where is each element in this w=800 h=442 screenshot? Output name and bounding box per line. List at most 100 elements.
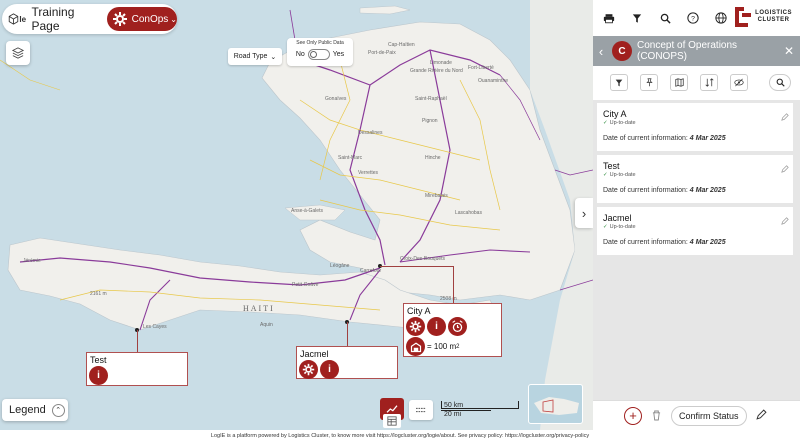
card-name: City A bbox=[603, 109, 627, 119]
check-icon: ✓ bbox=[603, 120, 608, 126]
filter-icon[interactable] bbox=[610, 74, 628, 91]
map-label-leogane: Léogâne bbox=[330, 263, 350, 269]
app-logo[interactable]: Ie bbox=[7, 8, 27, 30]
collapse-panel-button[interactable]: › bbox=[575, 198, 593, 228]
storage-row: = 100 m2 bbox=[406, 337, 501, 356]
layers-button[interactable] bbox=[6, 41, 30, 65]
layers-icon bbox=[12, 47, 24, 59]
road-type-label: Road Type bbox=[233, 53, 268, 60]
edit-icon[interactable] bbox=[781, 108, 789, 126]
map-label-elevation-2: 2508 m bbox=[440, 296, 457, 302]
map-label-fort-liberte: Fort-Liberté bbox=[468, 65, 494, 71]
help-icon[interactable]: ? bbox=[682, 7, 704, 29]
map-view[interactable]: Cap-Haïtien Port-de-Paix Gonaïves Hinche… bbox=[0, 0, 593, 430]
map-label-verrettes: Verrettes bbox=[358, 170, 379, 176]
callout-test[interactable]: Test i bbox=[86, 352, 188, 386]
legend-button[interactable]: Legend ⌃ bbox=[2, 399, 68, 421]
card-date: Date of current information: 4 Mar 2025 bbox=[603, 239, 726, 246]
delete-button[interactable] bbox=[649, 410, 663, 421]
list-item[interactable]: Jacmel ✓ Up-to-date Date of current infor… bbox=[597, 207, 793, 255]
map-label-cap-haitien: Cap-Haïtien bbox=[388, 42, 415, 48]
public-data-title: See Only Public Data bbox=[296, 40, 344, 46]
check-icon: ✓ bbox=[603, 172, 608, 178]
back-icon[interactable]: ‹ bbox=[593, 44, 609, 59]
footer-text: LogIE is a platform powered by Logistics… bbox=[0, 430, 800, 442]
gear-icon[interactable] bbox=[299, 360, 318, 379]
card-date-label: Date of current information: bbox=[603, 135, 688, 142]
search-icon[interactable] bbox=[769, 74, 791, 91]
add-button[interactable]: + bbox=[624, 406, 642, 425]
map-label-carrefour: Carrefour bbox=[360, 268, 382, 274]
app-logo-text: Ie bbox=[19, 14, 27, 24]
chevron-right-icon: › bbox=[581, 205, 587, 221]
info-icon[interactable]: i bbox=[89, 366, 108, 385]
svg-text:?: ? bbox=[691, 16, 695, 23]
map-label-croix-des-bouquets: Croix-Des-Bouquets bbox=[400, 256, 446, 262]
alarm-icon[interactable] bbox=[448, 317, 467, 336]
callout-city-a[interactable]: City A i = 100 m2 bbox=[403, 303, 502, 357]
map-label-elevation-1: 2161 m bbox=[90, 291, 107, 297]
edit-icon[interactable] bbox=[781, 160, 789, 178]
map-icon[interactable] bbox=[670, 74, 688, 91]
map-label-mirebalais: Mirebalais bbox=[425, 193, 448, 199]
card-date-value: 4 Mar 2025 bbox=[689, 135, 726, 142]
panel-header: ‹ C Concept of Operations (CONOPS) ✕ bbox=[593, 36, 800, 66]
info-icon[interactable]: i bbox=[427, 317, 446, 336]
warehouse-icon bbox=[406, 337, 425, 356]
list-item[interactable]: Test ✓ Up-to-date Date of current informa… bbox=[597, 155, 793, 203]
card-status: ✓ Up-to-date bbox=[603, 224, 636, 230]
gear-icon[interactable] bbox=[406, 317, 425, 336]
chevron-up-icon: ⌃ bbox=[51, 403, 65, 417]
sort-icon[interactable] bbox=[700, 74, 718, 91]
confirm-status-button[interactable]: Confirm Status bbox=[671, 405, 747, 426]
visibility-off-icon[interactable] bbox=[730, 74, 748, 91]
road-type-dropdown[interactable]: Road Type ⌄ bbox=[228, 48, 282, 65]
list-item[interactable]: City A ✓ Up-to-date Date of current infor… bbox=[597, 103, 793, 151]
card-status-text: Up-to-date bbox=[609, 172, 636, 178]
conops-dropdown[interactable]: ConOps ⌄ bbox=[106, 7, 177, 31]
map-label-saint-marc: Saint-Marc bbox=[338, 155, 363, 161]
callout-name: Jacmel bbox=[300, 349, 329, 359]
callout-name: Test bbox=[90, 355, 107, 365]
storage-value: = 100 m bbox=[427, 342, 457, 351]
panel-toolbar bbox=[593, 66, 800, 100]
logistics-cluster-emblem bbox=[735, 7, 752, 27]
globe-icon[interactable] bbox=[710, 7, 732, 29]
measure-button[interactable] bbox=[409, 400, 433, 420]
storage-unit-exponent: 2 bbox=[456, 343, 460, 350]
callout-leader bbox=[380, 266, 454, 267]
public-data-toggle-box: See Only Public Data No Yes bbox=[287, 38, 353, 66]
callout-jacmel[interactable]: Jacmel i bbox=[296, 346, 398, 379]
public-data-toggle[interactable] bbox=[307, 49, 330, 60]
close-icon[interactable]: ✕ bbox=[784, 44, 794, 58]
page-title: Training Page bbox=[31, 5, 75, 33]
map-label-country: HAITI bbox=[243, 304, 275, 313]
app-header: Ie Training Page ConOps ⌄ bbox=[2, 4, 177, 34]
logistics-cluster-logo: LOGISTICS CLUSTER bbox=[733, 5, 792, 29]
pin-icon[interactable] bbox=[640, 74, 658, 91]
map-label-gonaives: Gonaïves bbox=[325, 96, 347, 102]
table-button[interactable] bbox=[383, 414, 401, 428]
card-date-label: Date of current information: bbox=[603, 239, 688, 246]
chevron-down-icon: ⌄ bbox=[170, 14, 177, 24]
callout-leader bbox=[347, 322, 348, 346]
info-icon[interactable]: i bbox=[320, 360, 339, 379]
edit-icon[interactable] bbox=[781, 212, 789, 230]
map-label-pignon: Pignon bbox=[422, 118, 438, 124]
card-status-text: Up-to-date bbox=[609, 120, 636, 126]
card-date: Date of current information: 4 Mar 2025 bbox=[603, 135, 726, 142]
callout-leader bbox=[137, 330, 138, 352]
card-date-value: 4 Mar 2025 bbox=[689, 239, 726, 246]
map-label-aquin: Aquin bbox=[260, 322, 273, 328]
print-icon[interactable] bbox=[598, 7, 620, 29]
card-date-label: Date of current information: bbox=[603, 187, 688, 194]
edit-button[interactable] bbox=[755, 407, 767, 425]
card-status: ✓ Up-to-date bbox=[603, 172, 636, 178]
search-icon[interactable] bbox=[654, 7, 676, 29]
map-label-hinche: Hinche bbox=[425, 155, 441, 161]
cube-icon bbox=[9, 13, 19, 25]
filter-icon[interactable] bbox=[626, 7, 648, 29]
scale-km: 50 km bbox=[444, 402, 464, 409]
minimap[interactable] bbox=[528, 384, 583, 424]
callout-name: City A bbox=[407, 306, 431, 316]
